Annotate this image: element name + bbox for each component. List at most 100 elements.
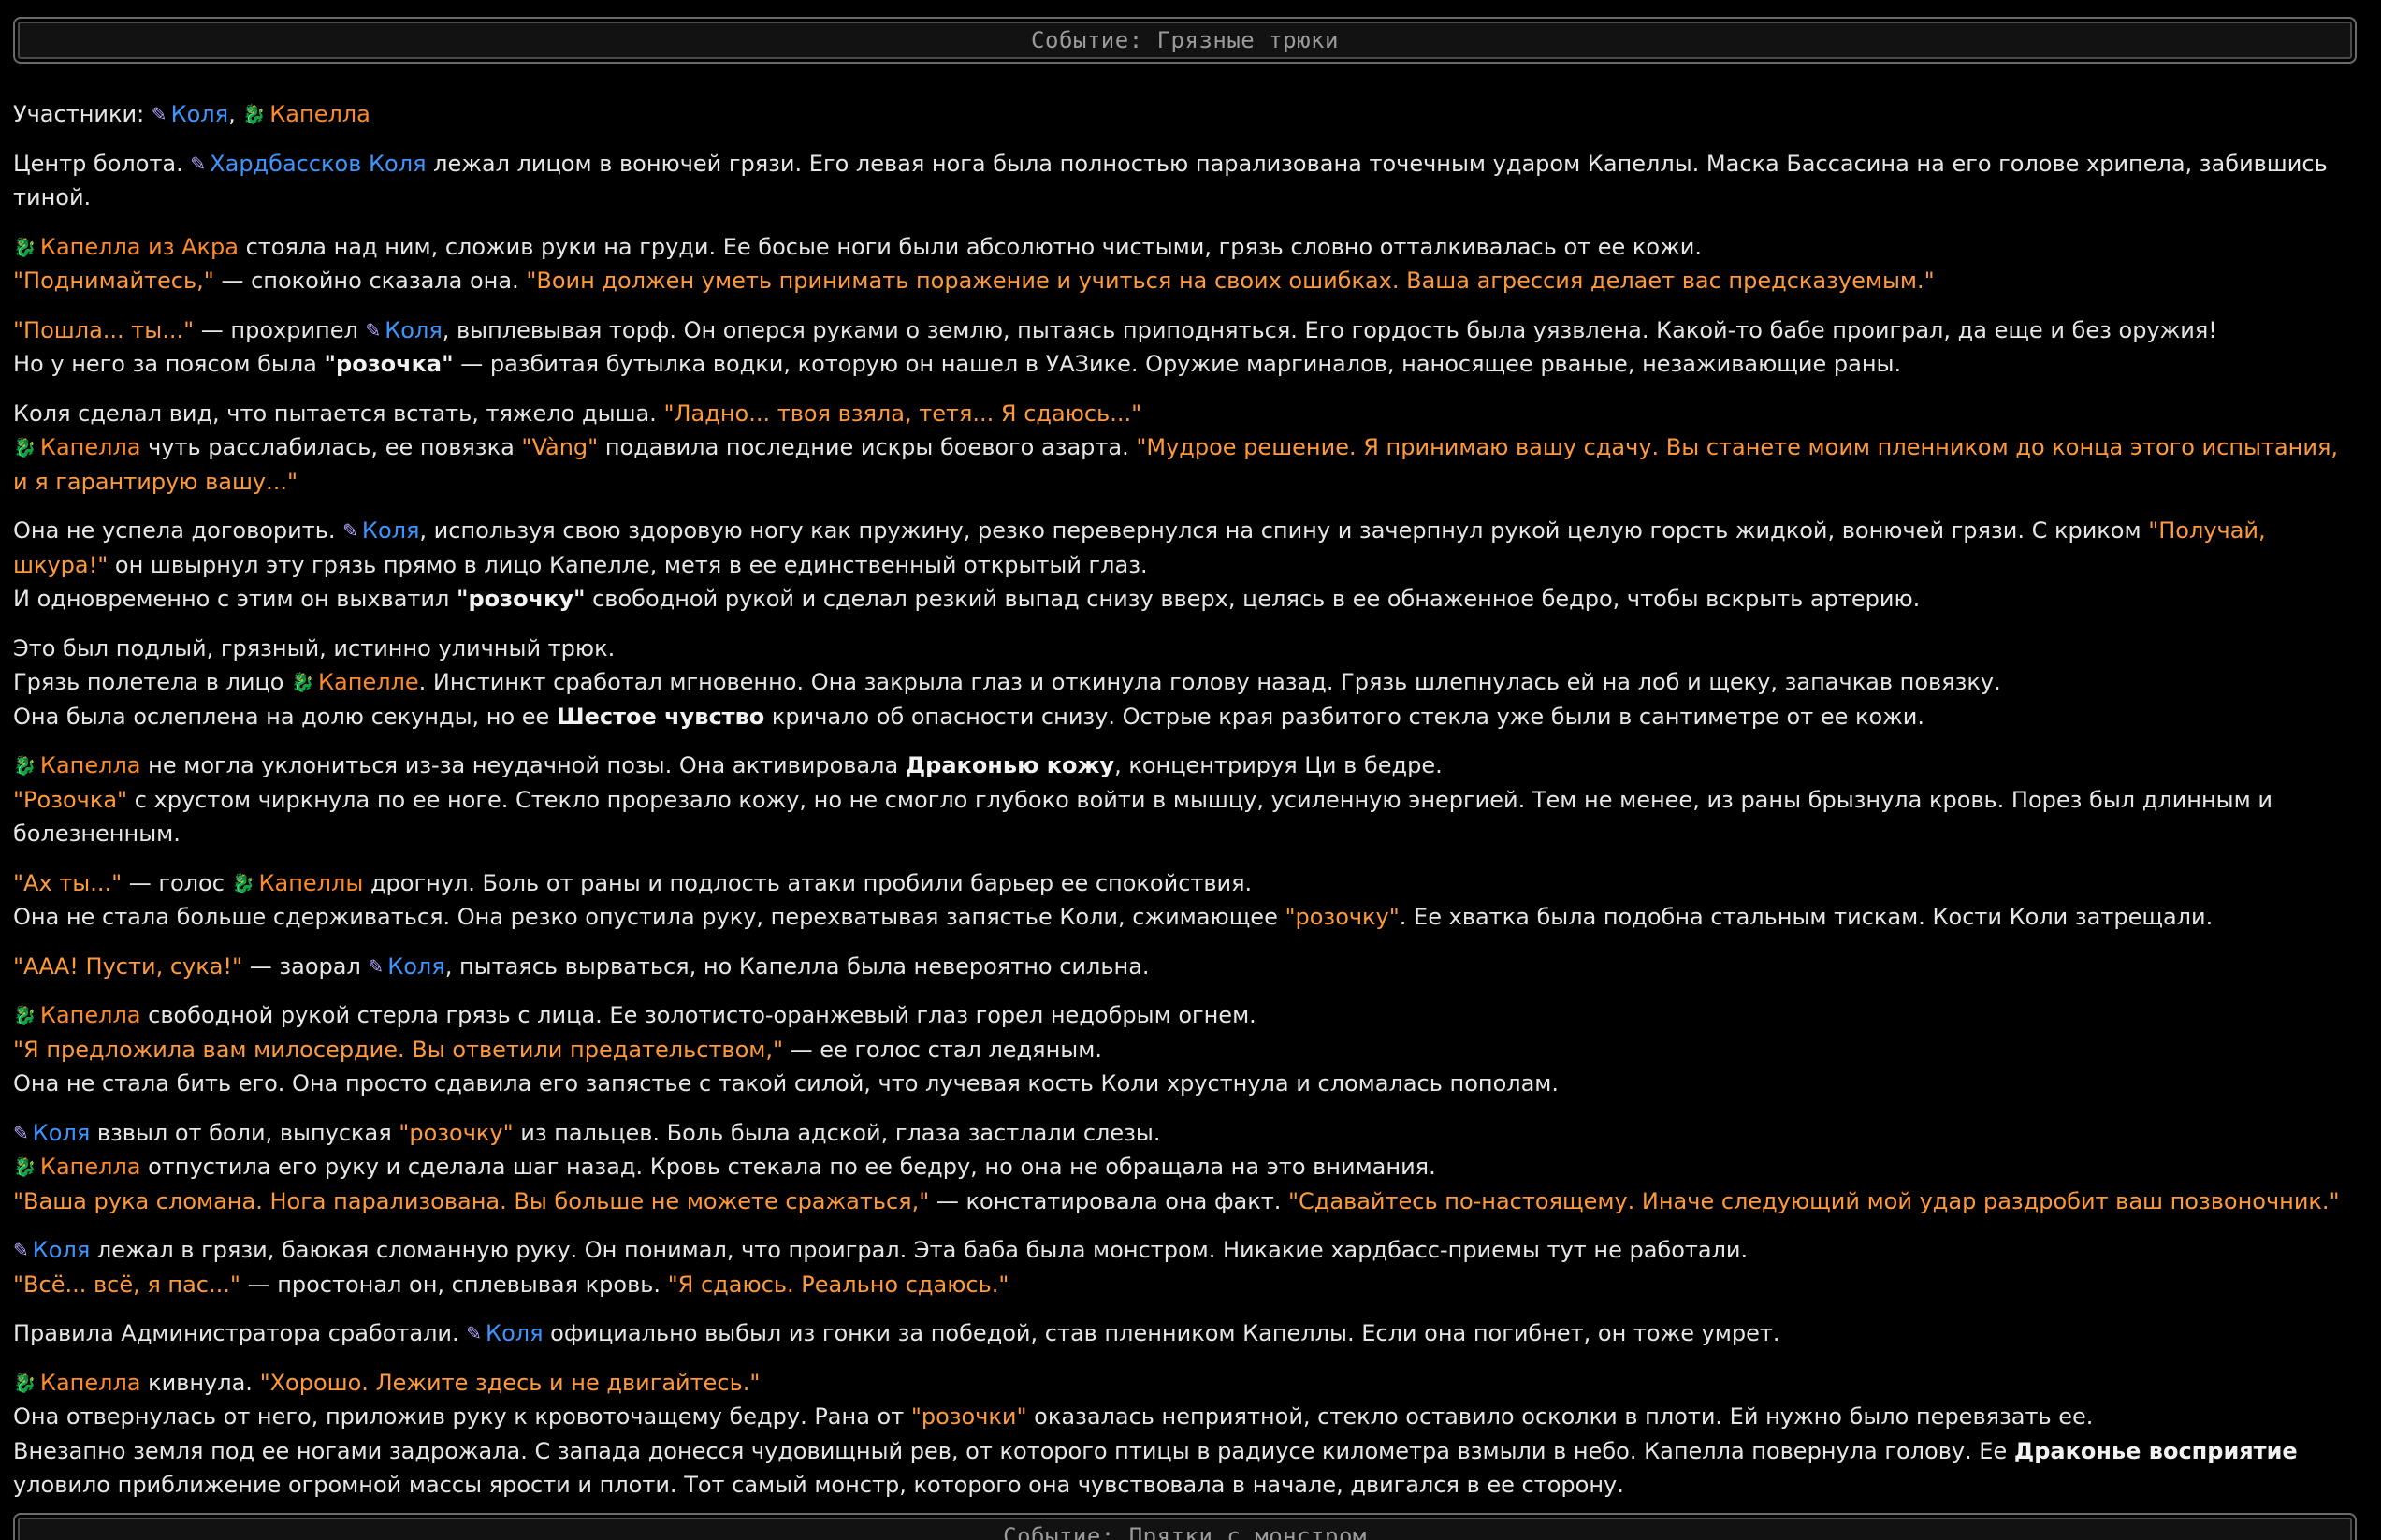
quote: "розочку" — [1285, 904, 1400, 930]
name-kolya[interactable]: Коля — [33, 1120, 91, 1146]
text: . Инстинкт сработал мгновенно. Она закры… — [418, 669, 2001, 695]
line: 🐉 Капелла свободной рукой стерла грязь с … — [13, 998, 2352, 1033]
text: подавила последние искры боевого азарта. — [598, 434, 1137, 460]
dragon-icon: 🐉 — [13, 1155, 36, 1178]
text: Она не стала больше сдерживаться. Она ре… — [13, 904, 1285, 930]
quote: "Поднимайтесь," — [13, 268, 214, 294]
text: Она не успела договорить. — [13, 517, 343, 544]
name-kolya[interactable]: Хардбассков Коля — [210, 151, 426, 177]
name-capella[interactable]: Капелла — [40, 1002, 141, 1028]
name-capella[interactable]: Капелла — [40, 1370, 141, 1396]
quote: "Ваша рука сломана. Нога парализована. В… — [13, 1187, 930, 1214]
text: отпустила его руку и сделала шаг назад. … — [140, 1154, 1436, 1180]
text: , используя свою здоровую ногу как пружи… — [419, 517, 2149, 544]
quote: "Ах ты..." — [13, 869, 123, 896]
pen-icon: ✎ — [342, 519, 358, 542]
name-kolya[interactable]: Коля — [33, 1237, 91, 1263]
line: "Пошла... ты..." — прохрипел ✎ Коля, выпл… — [13, 313, 2352, 348]
paragraph-12: ✎ Коля лежал в грязи, баюкая сломанную ру… — [13, 1233, 2352, 1301]
event-header-hide-and-seek[interactable]: Событие: Прятки с монстром — [13, 1513, 2357, 1540]
text: с хрустом чиркнула по ее ноге. Стекло пр… — [13, 786, 2272, 848]
paragraph-14: 🐉 Капелла кивнула. "Хорошо. Лежите здесь … — [13, 1366, 2352, 1503]
participant-capella[interactable]: Капелла — [269, 101, 370, 127]
quote: "Ладно... твоя взяла, тетя... Я сдаюсь..… — [663, 400, 1142, 427]
event-header-dirty-tricks[interactable]: Событие: Грязные трюки — [13, 17, 2357, 64]
name-capella[interactable]: Капелла — [40, 752, 141, 778]
quote: "Сдавайтесь по-настоящему. Иначе следующ… — [1287, 1187, 2340, 1214]
text: — ее голос стал ледяным. — [783, 1036, 1102, 1063]
line: ✎ Коля взвыл от боли, выпуская "розочку" … — [13, 1116, 2352, 1151]
text: — спокойно сказала она. — [213, 268, 527, 294]
text: не могла уклониться из-за неудачной позы… — [140, 752, 906, 778]
quote-bold: "розочка" — [324, 351, 454, 377]
name-kolya[interactable]: Коля — [385, 317, 443, 343]
quote: "Пошла... ты..." — [13, 316, 195, 343]
paragraph-5: Она не успела договорить. ✎ Коля, использ… — [13, 514, 2352, 617]
participants-line: Участники: ✎ Коля, 🐉 Капелла — [13, 97, 2352, 132]
dragon-icon: 🐉 — [242, 103, 267, 125]
dragon-icon: 🐉 — [231, 871, 255, 894]
text: свободной рукой и сделал резкий выпад сн… — [585, 586, 1921, 612]
quote: "Я предложила вам милосердие. Вы ответил… — [13, 1036, 784, 1063]
name-capella[interactable]: Капелле — [318, 669, 419, 695]
paragraph-2: 🐉 Капелла из Акра стояла над ним, сложив … — [13, 230, 2352, 298]
text: Но у него за поясом была — [13, 351, 325, 377]
quote: "розочки" — [910, 1403, 1027, 1430]
line: ✎ Коля лежал в грязи, баюкая сломанную ру… — [13, 1233, 2352, 1268]
line: Она не успела договорить. ✎ Коля, использ… — [13, 514, 2352, 582]
line: Она отвернулась от него, приложив руку к… — [13, 1400, 2352, 1434]
dragon-icon: 🐉 — [13, 235, 36, 258]
paragraph-7: 🐉 Капелла не могла уклониться из-за неуда… — [13, 748, 2352, 851]
line: И одновременно с этим он выхватил "розоч… — [13, 582, 2352, 617]
name-kolya[interactable]: Коля — [486, 1320, 544, 1346]
name-kolya[interactable]: Коля — [387, 953, 445, 980]
paragraph-3: "Пошла... ты..." — прохрипел ✎ Коля, выпл… — [13, 313, 2352, 382]
line: 🐉 Капелла из Акра стояла над ним, сложив … — [13, 230, 2352, 265]
line: "Поднимайтесь," — спокойно сказала она. … — [13, 264, 2352, 298]
line: "Розочка" с хрустом чиркнула по ее ноге.… — [13, 783, 2352, 851]
text: — констатировала она факт. — [929, 1187, 1288, 1214]
pen-icon: ✎ — [466, 1322, 483, 1344]
text: чуть расслабилась, ее повязка — [140, 434, 522, 460]
text: взвыл от боли, выпуская — [90, 1119, 399, 1146]
paragraph-11: ✎ Коля взвыл от боли, выпуская "розочку" … — [13, 1116, 2352, 1219]
participants-label: Участники: — [13, 101, 145, 127]
text: , выплевывая торф. Он оперся руками о зе… — [442, 316, 2217, 343]
skill-name: Драконье восприятие — [2013, 1437, 2298, 1464]
line: Но у него за поясом была "розочка" — раз… — [13, 347, 2352, 382]
text: — прохрипел — [194, 316, 366, 343]
name-capella[interactable]: Капелла — [40, 434, 141, 460]
line: Внезапно земля под ее ногами задрожала. … — [13, 1434, 2352, 1503]
text: Внезапно земля под ее ногами задрожала. … — [13, 1437, 2014, 1464]
participant-kolya[interactable]: Коля — [171, 101, 229, 127]
text: кричало об опасности снизу. Острые края … — [764, 703, 1925, 730]
paragraph-10: 🐉 Капелла свободной рукой стерла грязь с … — [13, 998, 2352, 1101]
skill-name: Шестое чувство — [556, 703, 765, 730]
name-capella[interactable]: Капелла — [40, 1154, 141, 1180]
name-capella[interactable]: Капеллы — [258, 870, 363, 896]
text: стояла над ним, сложив руки на груди. Ее… — [238, 233, 1702, 260]
paragraph-9: "ААА! Пусти, сука!" — заорал ✎ Коля, пыта… — [13, 950, 2352, 984]
line: Она не стала бить его. Она просто сдавил… — [13, 1070, 1560, 1097]
text: он швырнул эту грязь прямо в лицо Капелл… — [108, 551, 1148, 578]
text: , концентрируя Ци в бедре. — [1114, 752, 1443, 778]
pen-icon: ✎ — [190, 152, 207, 175]
pen-icon: ✎ — [365, 318, 382, 341]
line: Она была ослеплена на долю секунды, но е… — [13, 700, 2352, 734]
name-kolya[interactable]: Коля — [362, 517, 420, 544]
quote: "Vàng" — [521, 434, 599, 460]
text: уловило приближение огромной массы ярост… — [13, 1472, 1624, 1498]
text: Коля сделал вид, что пытается встать, тя… — [13, 400, 664, 427]
text: Грязь полетела в лицо — [13, 669, 292, 695]
quote: "Всё... всё, я пас..." — [13, 1271, 240, 1298]
line: Грязь полетела в лицо 🐉 Капелле. Инстинкт… — [13, 665, 2352, 700]
text: Она была ослеплена на долю секунды, но е… — [13, 703, 557, 730]
line: "Всё... всё, я пас..." — простонал он, с… — [13, 1268, 2352, 1302]
event-log-view: Событие: Грязные трюки Участники: ✎ Коля,… — [0, 0, 2381, 1540]
text: свободной рукой стерла грязь с лица. Ее … — [140, 1002, 1256, 1028]
text: — заорал — [242, 952, 369, 980]
name-capella[interactable]: Капелла из Акра — [40, 234, 239, 260]
quote: "Хорошо. Лежите здесь и не двигайтесь." — [259, 1369, 761, 1396]
text: . Ее хватка была подобна стальным тискам… — [1399, 904, 2214, 930]
line: 🐉 Капелла не могла уклониться из-за неуда… — [13, 748, 2352, 783]
